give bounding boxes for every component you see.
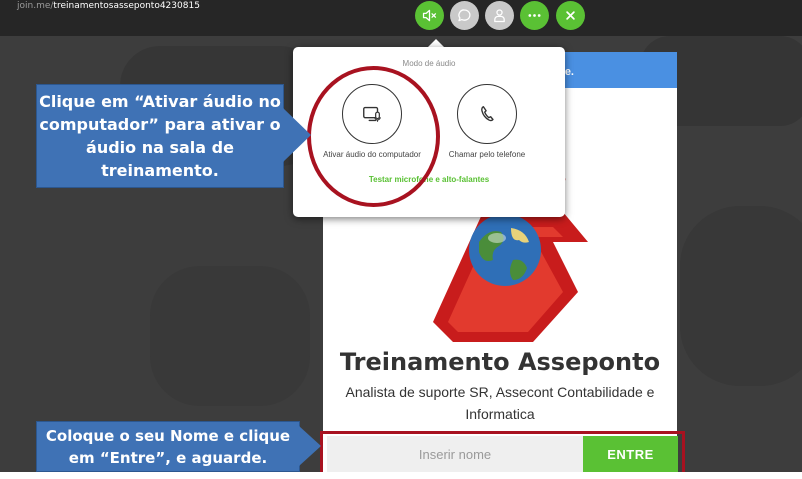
phone-call-option[interactable]: Chamar pelo telefone [427,84,547,159]
person-icon [494,9,505,23]
name-instruction-callout: Coloque o seu Nome e clique em “Entre”, … [36,421,300,472]
meeting-subtitle: Analista de suporte SR, Assecont Contabi… [345,384,655,422]
chat-button[interactable] [450,1,479,30]
chat-bubble-icon [458,9,471,22]
background-blur-shape [150,266,310,406]
audio-button[interactable] [415,1,444,30]
phone-call-label: Chamar pelo telefone [448,150,526,159]
meeting-title: Treinamento Asseponto [339,348,661,376]
phone-call-circle[interactable] [457,84,517,144]
name-highlight-frame [320,431,685,477]
url-domain: join.me/ [17,1,54,11]
top-bar: join.me/treinamentosasseponto4230815 [0,0,802,36]
url-path: treinamentosasseponto4230815 [53,1,200,11]
computer-audio-highlight-ring [307,66,440,207]
participants-button[interactable] [485,1,514,30]
name-callout-arrow [299,426,321,466]
more-options-button[interactable] [520,1,549,30]
speaker-muted-icon [422,9,437,22]
audio-instruction-callout: Clique em “Ativar áudio no computador” p… [36,84,284,188]
bottom-strip [0,472,802,479]
more-icon [528,14,541,17]
card-header-text: e. [564,66,574,78]
close-icon [566,11,575,20]
phone-icon [481,105,494,122]
close-button[interactable] [556,1,585,30]
meeting-url: join.me/treinamentosasseponto4230815 [17,0,200,12]
background-blur-shape [680,206,802,386]
popup-title: Modo de áudio [402,59,456,68]
audio-callout-arrow [283,108,311,162]
